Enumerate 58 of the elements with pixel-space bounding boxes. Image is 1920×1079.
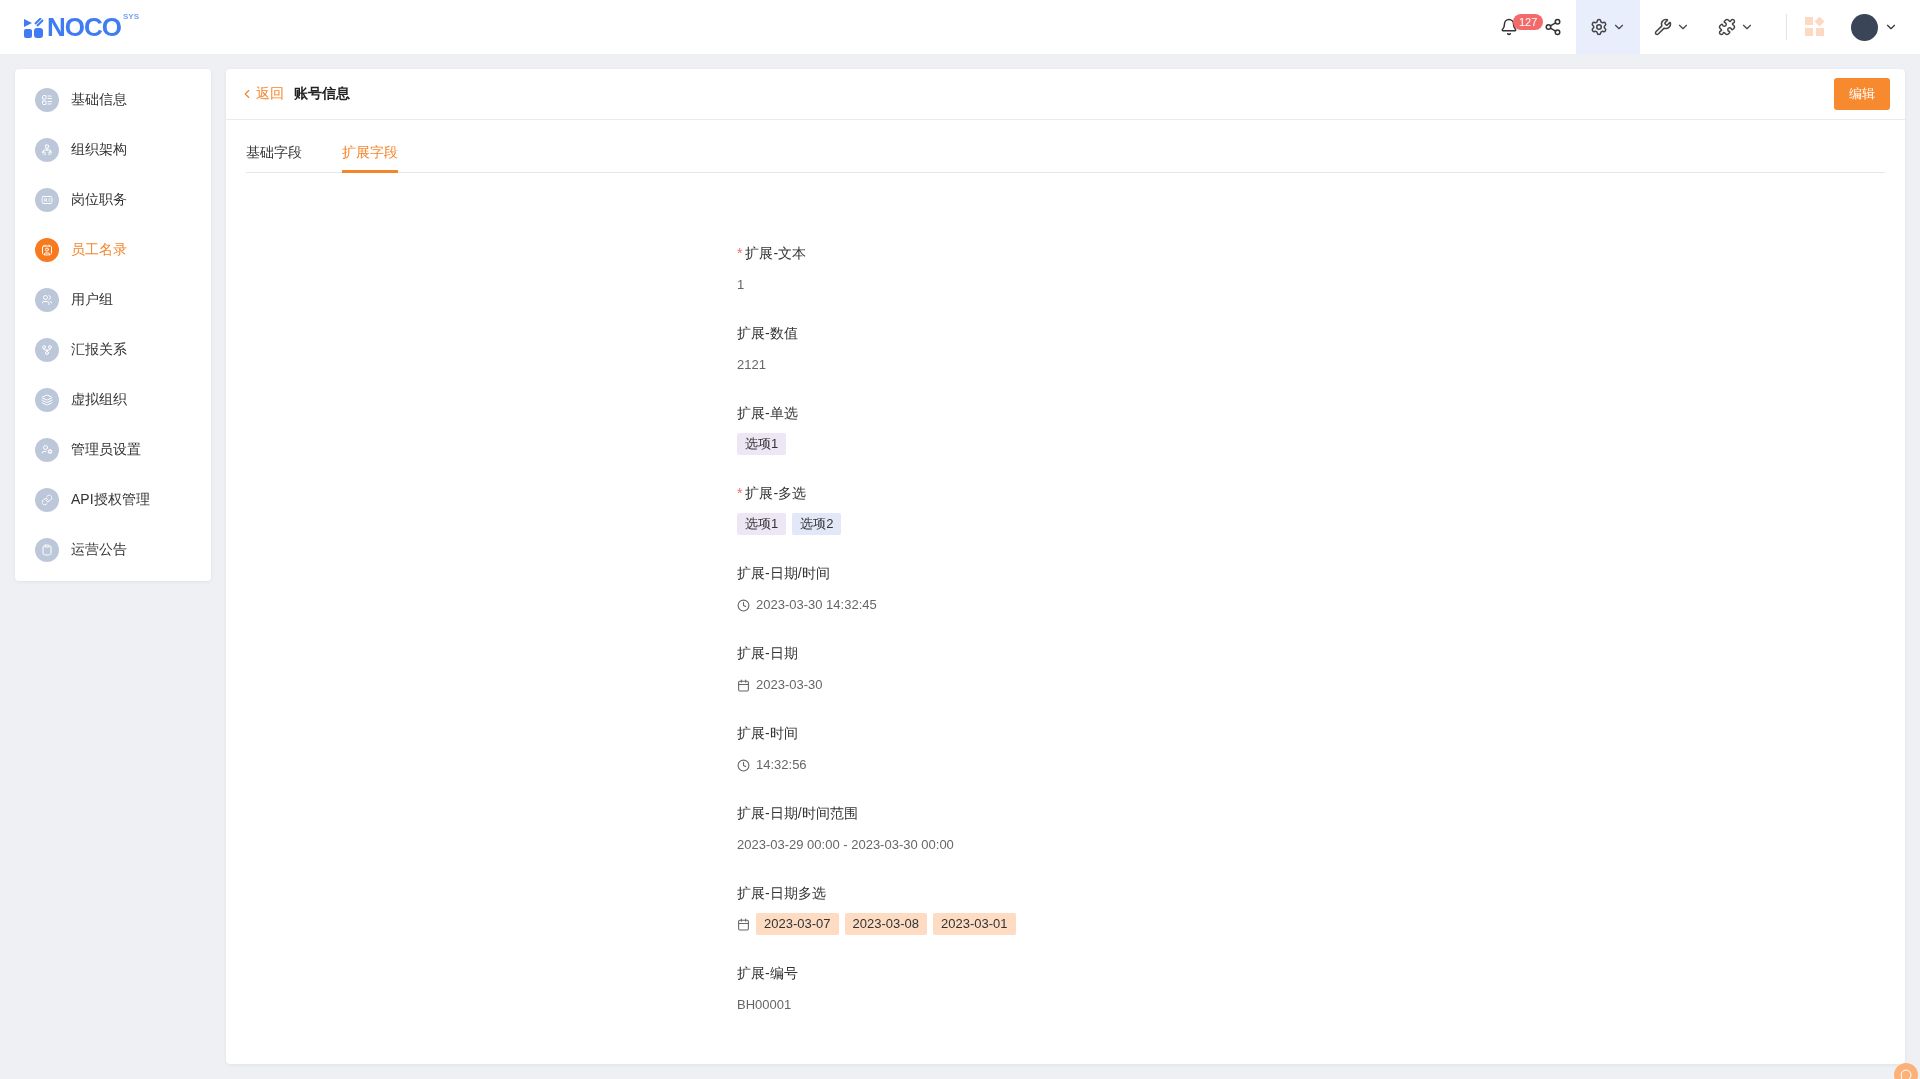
sidebar-item[interactable]: 运营公告 bbox=[15, 525, 211, 575]
logo-mark-icon bbox=[24, 18, 44, 38]
menu-icon bbox=[35, 388, 59, 412]
tag: 选项2 bbox=[792, 513, 842, 535]
field-value: 2121 bbox=[737, 356, 766, 374]
tag: 选项1 bbox=[737, 433, 787, 455]
share-icon[interactable] bbox=[1544, 18, 1562, 36]
puzzle-icon bbox=[1718, 18, 1736, 36]
notification-count-badge: 127 bbox=[1513, 14, 1544, 30]
bell-icon[interactable] bbox=[1500, 18, 1518, 36]
field-label: 扩展-数值 bbox=[737, 324, 799, 343]
field-label: 扩展-日期/时间范围 bbox=[737, 804, 859, 823]
menu-icon bbox=[35, 138, 59, 162]
settings-menu[interactable] bbox=[1576, 0, 1640, 54]
tab[interactable]: 基础字段 bbox=[246, 138, 302, 173]
sidebar-item[interactable]: 岗位职务 bbox=[15, 175, 211, 225]
clock-icon bbox=[737, 758, 750, 772]
field-value: 2023-03-29 00:00 - 2023-03-30 00:00 bbox=[737, 836, 954, 854]
sidebar-item[interactable]: 组织架构 bbox=[15, 125, 211, 175]
field-label: 扩展-单选 bbox=[737, 404, 799, 423]
sidebar-item[interactable]: 汇报关系 bbox=[15, 325, 211, 375]
calendar-icon bbox=[737, 678, 750, 692]
field-value: 2023-03-30 bbox=[756, 676, 823, 694]
tag: 选项1 bbox=[737, 513, 787, 535]
menu-icon bbox=[35, 238, 59, 262]
wrench-icon bbox=[1654, 18, 1672, 36]
field-label: * 扩展-文本 bbox=[737, 244, 808, 263]
menu-icon bbox=[35, 538, 59, 562]
page-title: 账号信息 bbox=[294, 85, 350, 103]
menu-icon bbox=[35, 288, 59, 312]
tag: 2023-03-01 bbox=[933, 913, 1016, 935]
field-label: 扩展-日期多选 bbox=[737, 884, 827, 903]
field-label: * 扩展-多选 bbox=[737, 484, 808, 503]
tag: 2023-03-08 bbox=[844, 913, 927, 935]
field-value: 1 bbox=[737, 276, 745, 294]
field-label: 扩展-编号 bbox=[737, 964, 799, 983]
field-value: 2023-03-30 14:32:45 bbox=[756, 596, 877, 614]
field-value: BH00001 bbox=[737, 996, 792, 1014]
menu-icon bbox=[35, 438, 59, 462]
menu-icon bbox=[35, 188, 59, 212]
menu-icon bbox=[35, 338, 59, 362]
tag: 2023-03-07 bbox=[756, 913, 839, 935]
sidebar-item[interactable]: 虚拟组织 bbox=[15, 375, 211, 425]
chat-icon bbox=[1900, 1069, 1912, 1079]
settings-icon bbox=[1590, 18, 1608, 36]
field-label: 扩展-时间 bbox=[737, 724, 799, 743]
avatar bbox=[1851, 13, 1878, 41]
menu-icon bbox=[35, 88, 59, 112]
calendar-icon bbox=[737, 917, 750, 931]
sidebar-item[interactable]: 用户组 bbox=[15, 275, 211, 325]
clock-icon bbox=[737, 598, 750, 612]
menu-icon bbox=[35, 488, 59, 512]
field-label: 扩展-日期 bbox=[737, 644, 799, 663]
sidebar-item[interactable]: API授权管理 bbox=[15, 475, 211, 525]
field-value: 14:32:56 bbox=[756, 756, 807, 774]
sidebar-item[interactable]: 管理员设置 bbox=[15, 425, 211, 475]
field-label: 扩展-日期/时间 bbox=[737, 564, 831, 583]
sidebar-item[interactable]: 基础信息 bbox=[15, 75, 211, 125]
